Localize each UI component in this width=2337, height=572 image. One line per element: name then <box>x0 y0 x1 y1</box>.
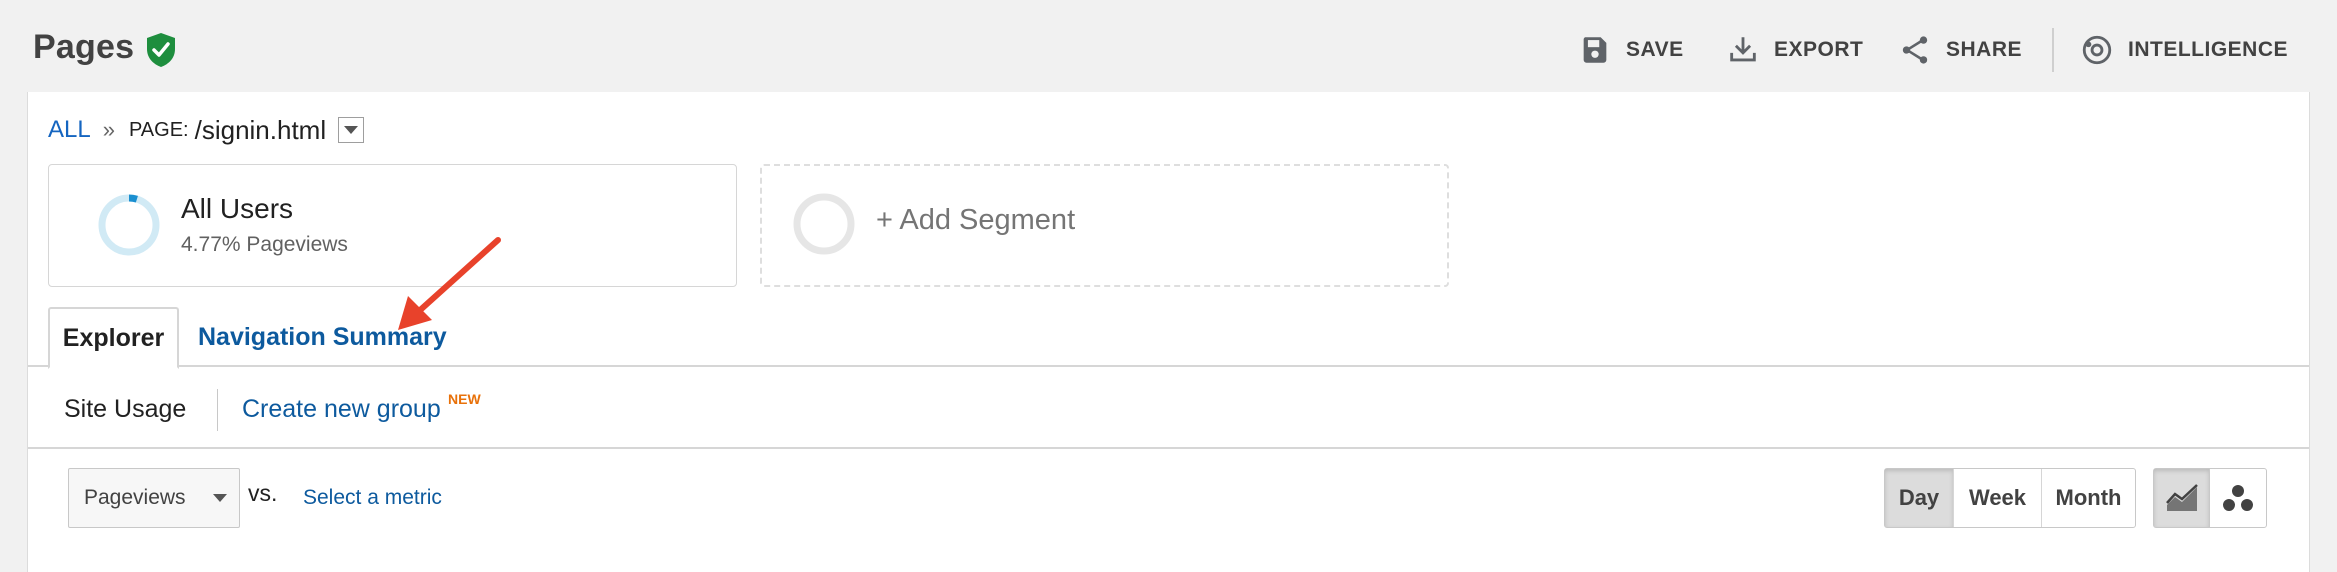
vs-label: vs. <box>248 480 278 506</box>
tab-explorer-label: Explorer <box>62 323 165 352</box>
save-icon <box>1583 37 1607 63</box>
export-button[interactable]: EXPORT <box>1726 30 1863 70</box>
motion-chart-button[interactable] <box>2210 469 2266 527</box>
subtab-site-usage[interactable]: Site Usage <box>64 395 186 424</box>
period-toggle: Day Week Month <box>1884 468 2136 528</box>
breadcrumb-value: /signin.html <box>194 114 327 145</box>
save-label: SAVE <box>1626 38 1684 61</box>
intelligence-button[interactable]: INTELLIGENCE <box>2080 30 2288 70</box>
chart-type-toggle <box>2153 468 2267 528</box>
explorer-subtabs: Site Usage Create new group NEW <box>28 369 2309 449</box>
motion-chart-icon <box>2223 485 2253 511</box>
annotation-arrow-icon <box>398 237 501 330</box>
breadcrumb-separator: » <box>102 117 115 142</box>
tab-explorer[interactable]: Explorer <box>48 307 179 369</box>
breadcrumb-dimension: PAGE: <box>128 118 189 141</box>
primary-metric-select[interactable]: Pageviews <box>68 468 240 528</box>
report-panel: ALL » PAGE: /signin.html All Users 4.77%… <box>27 92 2310 572</box>
report-header: Pages SAVE EXPORT SHARE INTELLIGENCE <box>0 0 2337 92</box>
share-button[interactable]: SHARE <box>1898 30 2022 70</box>
add-segment-label: + Add Segment <box>876 204 1076 236</box>
primary-metric-value: Pageviews <box>84 486 186 509</box>
breadcrumb-dropdown[interactable] <box>338 117 365 143</box>
create-new-group-link[interactable]: Create new group <box>242 395 441 424</box>
save-button[interactable]: SAVE <box>1578 30 1684 70</box>
verified-shield-icon <box>147 33 175 67</box>
action-divider <box>2052 28 2054 72</box>
line-chart-button[interactable] <box>2154 469 2210 527</box>
new-badge: NEW <box>448 391 481 407</box>
breadcrumb: ALL » PAGE: /signin.html <box>48 112 365 148</box>
page-title: Pages <box>33 28 135 66</box>
intelligence-icon <box>2082 35 2112 65</box>
export-icon <box>1730 37 1756 62</box>
period-month-button[interactable]: Month <box>2041 469 2135 527</box>
share-label: SHARE <box>1946 38 2023 61</box>
segment-name: All Users <box>181 193 294 224</box>
breadcrumb-all-link[interactable]: ALL <box>48 116 91 144</box>
segment-placeholder-ring-icon <box>793 193 855 255</box>
chevron-down-icon <box>213 494 227 502</box>
export-label: EXPORT <box>1774 38 1864 61</box>
period-week-button[interactable]: Week <box>1953 469 2041 527</box>
intelligence-label: INTELLIGENCE <box>2128 38 2289 61</box>
segment-subtitle: 4.77% Pageviews <box>181 233 348 256</box>
add-segment-button[interactable]: + Add Segment <box>760 164 1449 287</box>
select-metric-link[interactable]: Select a metric <box>303 486 442 510</box>
segment-ring-icon <box>98 194 160 256</box>
subtab-divider <box>217 389 218 431</box>
line-chart-icon <box>2165 484 2198 511</box>
report-tabs: Explorer Navigation Summary <box>28 307 2309 369</box>
period-day-button[interactable]: Day <box>1885 469 1953 527</box>
share-icon <box>1902 36 1928 64</box>
segment-all-users[interactable]: All Users 4.77% Pageviews <box>48 164 737 287</box>
